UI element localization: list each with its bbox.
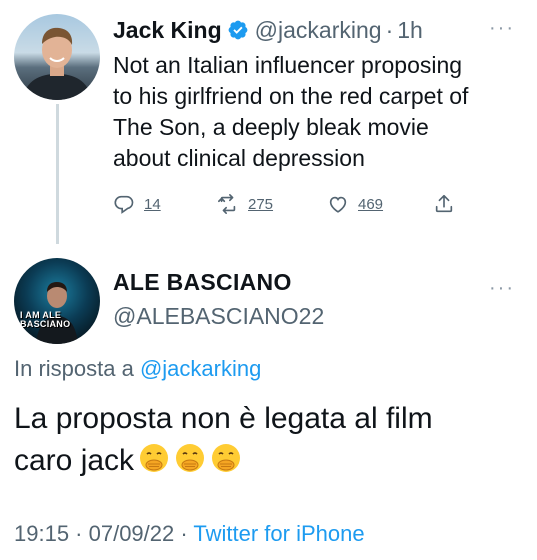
reply-button[interactable]: 14 [113,193,161,215]
tweet-metadata: 19:15 · 07/09/22 · Twitter for iPhone [14,520,365,548]
reply-context: In risposta a @jackarking [14,355,261,383]
ale-basciano-avatar[interactable]: I AM ALE BASCIANO [14,258,100,344]
reply-author-name[interactable]: ALE BASCIANO [113,268,292,296]
like-count[interactable]: 469 [358,196,383,213]
face-with-hand-over-mouth-emoji-icon [212,444,241,472]
reply-more-options-icon[interactable]: ··· [489,278,515,298]
original-tweet[interactable]: Jack King @jackarking · 1h ··· Not an It… [0,0,537,244]
retweet-count[interactable]: 275 [248,196,273,213]
author-handle[interactable]: @jackarking [255,16,382,44]
tweet-actions: 14 275 469 [113,193,473,221]
avatar-logo-text: I AM ALE BASCIANO [20,310,71,329]
reply-author-handle[interactable]: @ALEBASCIANO22 [113,302,324,330]
reply-icon [114,195,134,214]
reply-to-label: In risposta a [14,356,140,381]
face-with-hand-over-mouth-emoji-icon [176,444,205,472]
share-button[interactable] [433,193,464,215]
separator-dot: · [385,17,394,43]
share-icon [435,194,453,213]
tweet-header: Jack King @jackarking · 1h [113,16,423,44]
retweet-button[interactable]: 275 [217,193,273,215]
reply-count[interactable]: 14 [144,196,161,213]
face-with-hand-over-mouth-emoji-icon [140,444,169,472]
reply-to-mention[interactable]: @jackarking [140,356,261,381]
reply-tweet-text: La proposta non è legata al film caro ja… [14,398,524,482]
timestamp[interactable]: 19:15 · 07/09/22 · [14,521,193,546]
tweet-time[interactable]: 1h [397,16,423,44]
heart-icon [329,196,347,213]
thread-connector-line [56,104,59,244]
jack-king-avatar[interactable] [14,14,100,100]
like-button[interactable]: 469 [327,193,383,215]
tweet-source[interactable]: Twitter for iPhone [193,521,364,546]
retweet-icon [218,194,236,214]
tweet-text: Not an Italian influencer proposing to h… [113,52,469,171]
emoji-group [138,442,242,474]
more-options-icon[interactable]: ··· [489,18,515,38]
verified-badge-icon [228,20,248,40]
author-name[interactable]: Jack King [113,16,222,44]
